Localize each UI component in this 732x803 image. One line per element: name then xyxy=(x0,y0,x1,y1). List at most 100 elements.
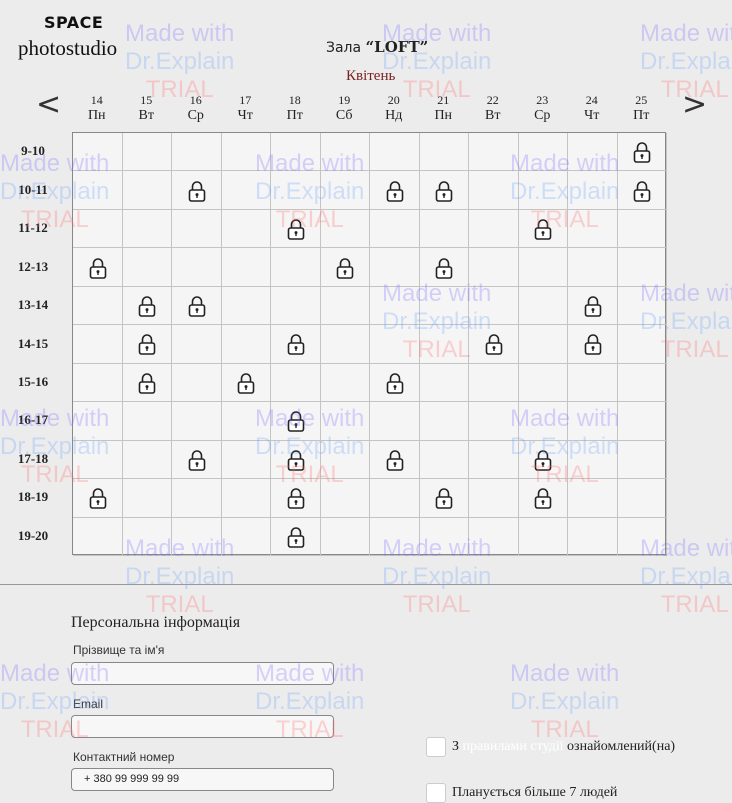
free-slot[interactable] xyxy=(469,517,519,556)
free-slot[interactable] xyxy=(320,286,370,326)
booked-slot[interactable] xyxy=(172,171,222,210)
free-slot[interactable] xyxy=(469,479,519,518)
free-slot[interactable] xyxy=(518,133,568,172)
free-slot[interactable] xyxy=(122,133,172,172)
free-slot[interactable] xyxy=(271,133,321,172)
free-slot[interactable] xyxy=(370,517,420,556)
free-slot[interactable] xyxy=(320,133,370,172)
free-slot[interactable] xyxy=(419,133,469,172)
free-slot[interactable] xyxy=(73,133,123,172)
free-slot[interactable] xyxy=(469,402,519,441)
free-slot[interactable] xyxy=(73,517,123,556)
free-slot[interactable] xyxy=(73,440,123,480)
free-slot[interactable] xyxy=(320,325,370,364)
booked-slot[interactable] xyxy=(568,325,618,364)
booked-slot[interactable] xyxy=(469,325,519,364)
free-slot[interactable] xyxy=(221,248,271,287)
free-slot[interactable] xyxy=(419,517,469,556)
free-slot[interactable] xyxy=(73,325,123,364)
free-slot[interactable] xyxy=(370,209,420,249)
booked-slot[interactable] xyxy=(518,209,568,249)
free-slot[interactable] xyxy=(469,171,519,210)
free-slot[interactable] xyxy=(469,209,519,249)
booked-slot[interactable] xyxy=(419,479,469,518)
free-slot[interactable] xyxy=(221,440,271,480)
free-slot[interactable] xyxy=(617,248,667,287)
free-slot[interactable] xyxy=(320,363,370,403)
booked-slot[interactable] xyxy=(172,440,222,480)
free-slot[interactable] xyxy=(419,402,469,441)
free-slot[interactable] xyxy=(320,440,370,480)
free-slot[interactable] xyxy=(518,402,568,441)
free-slot[interactable] xyxy=(617,325,667,364)
free-slot[interactable] xyxy=(370,248,420,287)
free-slot[interactable] xyxy=(320,517,370,556)
booked-slot[interactable] xyxy=(122,286,172,326)
free-slot[interactable] xyxy=(73,402,123,441)
free-slot[interactable] xyxy=(122,517,172,556)
free-slot[interactable] xyxy=(221,325,271,364)
free-slot[interactable] xyxy=(469,440,519,480)
free-slot[interactable] xyxy=(617,402,667,441)
free-slot[interactable] xyxy=(221,133,271,172)
free-slot[interactable] xyxy=(122,479,172,518)
free-slot[interactable] xyxy=(172,209,222,249)
booked-slot[interactable] xyxy=(122,363,172,403)
free-slot[interactable] xyxy=(568,209,618,249)
free-slot[interactable] xyxy=(617,440,667,480)
free-slot[interactable] xyxy=(73,363,123,403)
booked-slot[interactable] xyxy=(73,479,123,518)
booked-slot[interactable] xyxy=(73,248,123,287)
booked-slot[interactable] xyxy=(617,171,667,210)
free-slot[interactable] xyxy=(419,286,469,326)
free-slot[interactable] xyxy=(221,209,271,249)
booked-slot[interactable] xyxy=(419,171,469,210)
booked-slot[interactable] xyxy=(568,286,618,326)
free-slot[interactable] xyxy=(370,479,420,518)
free-slot[interactable] xyxy=(568,402,618,441)
free-slot[interactable] xyxy=(568,363,618,403)
phone-field[interactable]: + 380 99 999 99 99 xyxy=(71,768,334,791)
free-slot[interactable] xyxy=(172,133,222,172)
free-slot[interactable] xyxy=(518,325,568,364)
booked-slot[interactable] xyxy=(370,363,420,403)
free-slot[interactable] xyxy=(518,248,568,287)
free-slot[interactable] xyxy=(617,517,667,556)
free-slot[interactable] xyxy=(469,363,519,403)
free-slot[interactable] xyxy=(419,440,469,480)
free-slot[interactable] xyxy=(568,479,618,518)
free-slot[interactable] xyxy=(122,171,172,210)
booked-slot[interactable] xyxy=(271,325,321,364)
free-slot[interactable] xyxy=(370,286,420,326)
booked-slot[interactable] xyxy=(320,248,370,287)
booked-slot[interactable] xyxy=(172,286,222,326)
free-slot[interactable] xyxy=(271,363,321,403)
studio-rules-link[interactable]: правилами студії xyxy=(463,739,564,754)
free-slot[interactable] xyxy=(469,133,519,172)
free-slot[interactable] xyxy=(221,517,271,556)
free-slot[interactable] xyxy=(271,286,321,326)
free-slot[interactable] xyxy=(370,325,420,364)
free-slot[interactable] xyxy=(221,286,271,326)
free-slot[interactable] xyxy=(320,209,370,249)
free-slot[interactable] xyxy=(518,363,568,403)
free-slot[interactable] xyxy=(568,440,618,480)
free-slot[interactable] xyxy=(568,133,618,172)
booked-slot[interactable] xyxy=(271,517,321,556)
booked-slot[interactable] xyxy=(221,363,271,403)
prev-week-button[interactable]: < xyxy=(36,90,61,120)
booked-slot[interactable] xyxy=(370,440,420,480)
free-slot[interactable] xyxy=(617,363,667,403)
booked-slot[interactable] xyxy=(271,440,321,480)
free-slot[interactable] xyxy=(320,479,370,518)
free-slot[interactable] xyxy=(617,286,667,326)
free-slot[interactable] xyxy=(617,209,667,249)
booked-slot[interactable] xyxy=(271,479,321,518)
free-slot[interactable] xyxy=(320,171,370,210)
free-slot[interactable] xyxy=(271,248,321,287)
rules-checkbox[interactable] xyxy=(426,737,446,757)
booked-slot[interactable] xyxy=(518,479,568,518)
name-field[interactable] xyxy=(71,662,334,685)
free-slot[interactable] xyxy=(518,517,568,556)
free-slot[interactable] xyxy=(73,171,123,210)
